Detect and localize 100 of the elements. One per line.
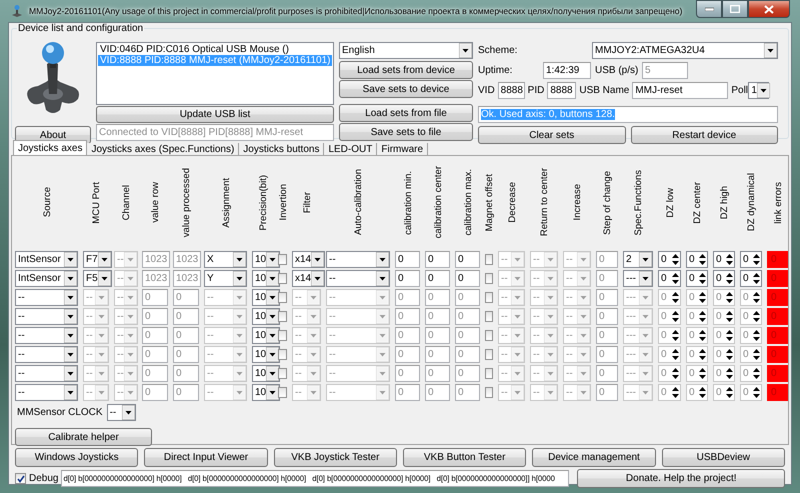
poll-dropdown[interactable]: 1 [748,82,770,99]
dropdown[interactable]: 10 [252,346,280,363]
dropdown[interactable]: -- [15,365,78,382]
file-button[interactable]: Load sets from file [339,104,473,122]
spin-arrows-icon[interactable] [752,252,761,267]
spin-arrows-icon[interactable] [671,252,680,267]
tool-button[interactable]: VKB Button Tester [403,448,526,467]
dropdown[interactable]: 10 [252,289,280,306]
dropdown[interactable]: --- [623,270,653,287]
spin-box[interactable]: 0 [658,251,681,268]
dropdown[interactable]: -- [15,327,78,344]
vid-field[interactable]: 8888 [498,82,525,99]
maximize-button[interactable] [722,0,748,18]
uptime-field[interactable]: 1:42:39 [543,62,591,79]
status-field[interactable]: Ok. Used axis: 0, buttons 128. [478,106,778,123]
checkbox[interactable] [485,254,493,265]
input-field[interactable]: 0 [455,251,480,268]
caret-icon [266,290,280,305]
spin-arrows-icon[interactable] [725,271,734,286]
clock-dropdown[interactable]: -- [106,404,136,421]
checkbox[interactable] [485,292,493,303]
spin-box[interactable]: 0 [686,251,708,268]
dropdown[interactable]: 10 [252,270,280,287]
spin-arrows-icon[interactable] [725,252,734,267]
error-count: 0 [767,251,788,268]
checkbox[interactable] [485,349,493,360]
dropdown[interactable]: F5 [83,270,112,287]
spin-arrows-icon[interactable] [698,252,707,267]
tool-button[interactable]: USBDeview [662,448,785,467]
checkbox[interactable] [485,387,493,398]
caret-icon [376,385,389,400]
checkbox[interactable] [278,387,287,398]
calibrate-button[interactable]: Calibrate helper [15,428,152,446]
dropdown[interactable]: -- [326,270,390,287]
dropdown[interactable]: 10 [252,365,280,382]
tool-button[interactable]: Windows Joysticks [15,448,138,467]
checkbox[interactable] [485,311,493,322]
dropdown[interactable]: -- [15,308,78,325]
input-field[interactable]: 0 [395,270,420,287]
spin-arrows-icon[interactable] [698,271,707,286]
caret-icon [124,309,137,324]
input-field[interactable]: 0 [455,270,480,287]
spin-box[interactable]: 0 [740,251,762,268]
dropdown[interactable]: Y [204,270,247,287]
spin-box[interactable]: 0 [686,270,708,287]
spin-box[interactable]: 0 [713,270,735,287]
file-button[interactable]: Save sets to device [339,80,473,98]
checkbox[interactable] [485,330,493,341]
close-button[interactable] [748,0,790,18]
input-field[interactable]: 0 [425,251,450,268]
action-button[interactable]: Clear sets [478,126,626,144]
tool-button[interactable]: VKB Joystick Tester [274,448,397,467]
spin-arrows-icon[interactable] [752,271,761,286]
device-item[interactable]: VID:046D PID:C016 Optical USB Mouse () [98,44,332,55]
tab[interactable]: Joysticks axes (Spec.Functions) [87,143,240,155]
dropdown[interactable]: 10 [252,251,280,268]
language-dropdown[interactable]: English [339,42,473,59]
minimize-button[interactable] [696,0,722,18]
tab[interactable]: Joysticks axes [13,140,88,155]
input-field[interactable]: 0 [395,251,420,268]
dropdown[interactable]: IntSensor [15,270,78,287]
spin-box[interactable]: 0 [740,270,762,287]
checkbox[interactable] [278,368,287,379]
checkbox[interactable] [278,330,287,341]
dropdown[interactable]: -- [326,251,390,268]
checkbox[interactable] [278,292,287,303]
dropdown[interactable]: x14 [292,251,326,268]
dropdown[interactable]: -- [15,289,78,306]
file-button[interactable]: Load sets from device [339,61,473,79]
pid-field[interactable]: 8888 [547,82,576,99]
dropdown[interactable]: x14 [292,270,326,287]
spin-box[interactable]: 0 [713,251,735,268]
spin-box[interactable]: 0 [658,270,681,287]
checkbox[interactable] [485,368,493,379]
dropdown[interactable]: F7 [83,251,112,268]
tool-button[interactable]: Device management [532,448,656,467]
dropdown[interactable]: 10 [252,308,280,325]
checkbox[interactable] [278,273,287,284]
input-field[interactable]: 0 [425,270,450,287]
dropdown[interactable]: X [204,251,247,268]
dropdown[interactable]: 2 [623,251,653,268]
checkbox[interactable] [485,273,493,284]
dropdown[interactable]: IntSensor [15,251,78,268]
action-button[interactable]: Restart device [630,126,778,144]
dropdown[interactable]: 10 [252,384,280,401]
dropdown[interactable]: -- [15,384,78,401]
spin-arrows-icon[interactable] [671,271,680,286]
file-button[interactable]: Save sets to file [339,123,473,141]
checkbox[interactable] [278,311,287,322]
checkbox[interactable] [15,473,26,484]
update-button[interactable]: Update USB list [96,106,334,123]
tool-button[interactable]: Direct Input Viewer [144,448,268,467]
dropdown[interactable]: 10 [252,327,280,344]
checkbox[interactable] [278,349,287,360]
donate-button[interactable]: Donate. Help the project! [577,469,785,488]
device-item[interactable]: VID:8888 PID:8888 MMJ-reset (MMJoy2-20161101) [98,55,332,66]
usb-name-field[interactable]: MMJ-reset [632,82,728,99]
scheme-dropdown[interactable]: MMJOY2:ATMEGA32U4 [592,42,778,59]
checkbox[interactable] [278,254,287,265]
dropdown[interactable]: -- [15,346,78,363]
